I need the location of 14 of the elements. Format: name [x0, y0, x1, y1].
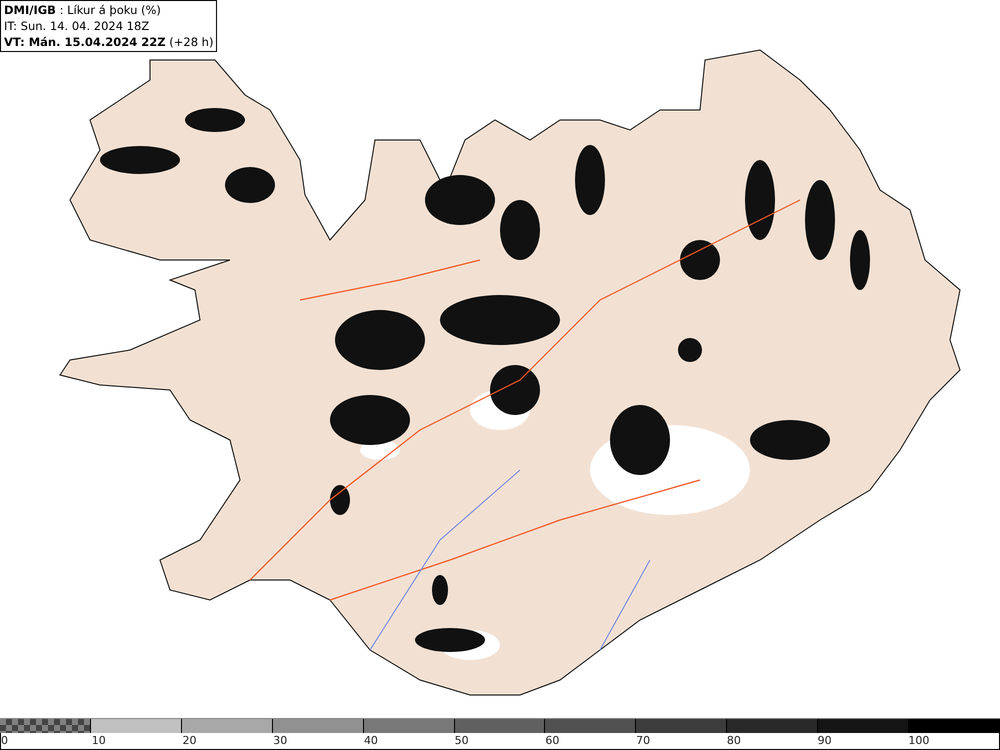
- legend-label: 100: [908, 734, 930, 747]
- legend-label: 60: [545, 734, 560, 747]
- legend-label: 90: [818, 734, 832, 747]
- valid-time: VT: Mán. 15.04.2024 22Z (+28 h): [4, 34, 214, 50]
- legend-label: 20: [182, 734, 196, 747]
- legend-label: 0: [1, 734, 8, 747]
- legend-label: 30: [273, 734, 288, 747]
- map-title: DMI/IGB : Líkur á þoku (%): [4, 2, 162, 18]
- legend-label: 10: [92, 734, 106, 747]
- legend-label: 50: [454, 734, 469, 747]
- legend-label: 70: [636, 734, 650, 747]
- legend-label: 40: [364, 734, 378, 747]
- legend-label: 80: [726, 734, 741, 747]
- issue-time: IT: Sun. 14. 04. 2024 18Z: [4, 18, 150, 34]
